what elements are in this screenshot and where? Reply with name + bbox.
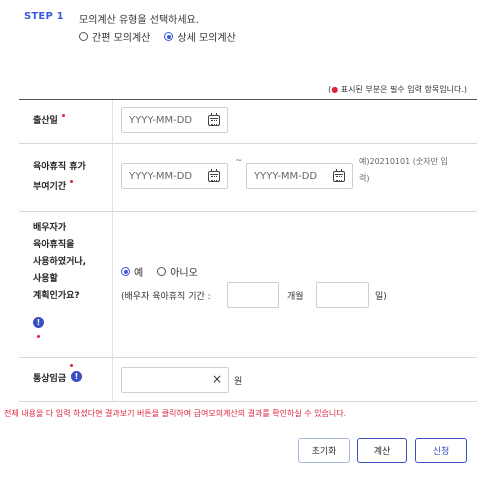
spouse-label-line: 사용할 — [33, 274, 58, 284]
clear-icon[interactable]: × — [212, 372, 222, 386]
spouse-label-line: 계획인가요? — [33, 291, 80, 301]
spouse-label-line: 배우자가 — [33, 223, 67, 233]
result-notice: 전체 내용을 다 입력 하셨다면 결과보기 버튼을 클릭하여 급여모의계산의 결… — [4, 409, 347, 418]
radio-simple[interactable] — [79, 32, 88, 41]
calc-type-options: 간편 모의계산 상세 모의계산 — [79, 29, 236, 44]
apply-button[interactable]: 신청 — [415, 438, 467, 463]
table-bottom-border — [19, 401, 477, 402]
birth-date-input[interactable]: YYYY-MM-DD — [121, 107, 228, 133]
birth-date-placeholder: YYYY-MM-DD — [129, 114, 193, 126]
spouse-period-label: (배우자 육아휴직 기간 : — [121, 292, 211, 302]
required-dot-icon — [70, 364, 73, 367]
required-note-text: 표시된 부분은 필수 입력 항목입니다.) — [338, 85, 467, 94]
label-column-divider — [112, 100, 113, 401]
leave-start-placeholder: YYYY-MM-DD — [129, 170, 193, 182]
date-range-separator: ~ — [235, 156, 243, 166]
calendar-icon[interactable] — [208, 112, 220, 126]
table-top-border — [19, 99, 477, 100]
required-note: (● 표시된 부분은 필수 입력 항목입니다.) — [328, 84, 467, 95]
day-unit: 일) — [375, 292, 387, 302]
radio-spouse-yes[interactable] — [121, 267, 130, 276]
step-instruction: 모의계산 유형을 선택하세요. — [79, 15, 199, 26]
wage-unit: 원 — [234, 377, 243, 387]
radio-detailed-label[interactable]: 상세 모의계산 — [177, 29, 235, 44]
step-label: STEP 1 — [24, 11, 64, 22]
spouse-question-label: 배우자가 육아휴직을 사용하였거나, 사용할 계획인가요? — [33, 220, 86, 305]
leave-end-placeholder: YYYY-MM-DD — [254, 170, 318, 182]
leave-period-label: 육아휴직 휴가 부여기간 — [33, 157, 86, 197]
calendar-icon[interactable] — [208, 168, 220, 182]
date-format-hint: 예)20210101 (숫자만 입 력) — [359, 153, 471, 187]
row-divider — [19, 357, 477, 358]
row-divider — [19, 143, 477, 144]
reset-button[interactable]: 초기화 — [298, 438, 350, 463]
spouse-months-input[interactable] — [227, 282, 279, 308]
required-dot-icon — [61, 114, 65, 117]
spouse-options: 예 아니오 — [121, 264, 198, 279]
birth-label-text: 출산일 — [33, 116, 58, 126]
radio-detailed[interactable] — [164, 32, 174, 41]
month-unit: 개월 — [287, 292, 304, 302]
calendar-icon[interactable] — [333, 168, 345, 182]
leave-start-date-input[interactable]: YYYY-MM-DD — [121, 163, 228, 189]
date-format-hint-line1: 예)20210101 (숫자만 입 — [359, 157, 448, 166]
required-dot-icon — [37, 335, 40, 338]
leave-end-date-input[interactable]: YYYY-MM-DD — [246, 163, 353, 189]
wage-label-text: 통상임금 — [33, 374, 67, 384]
radio-simple-label[interactable]: 간편 모의계산 — [92, 29, 150, 44]
leave-period-label-line1: 육아휴직 휴가 — [33, 162, 86, 172]
calculate-button[interactable]: 계산 — [357, 438, 407, 463]
leave-period-label-line2: 부여기간 — [33, 182, 67, 192]
radio-spouse-no[interactable] — [157, 267, 167, 276]
spouse-days-input[interactable] — [316, 282, 369, 308]
birth-label: 출산일 — [33, 111, 65, 131]
spouse-label-line: 사용하였거나, — [33, 257, 87, 267]
spouse-label-line: 육아휴직을 — [33, 240, 75, 250]
radio-spouse-no-label[interactable]: 아니오 — [170, 264, 198, 279]
spouse-info-icon[interactable]: ! — [33, 317, 44, 328]
wage-input[interactable]: × — [121, 367, 229, 393]
radio-spouse-yes-label[interactable]: 예 — [134, 264, 143, 279]
wage-info-icon[interactable]: ! — [71, 371, 82, 382]
row-divider — [19, 211, 477, 212]
date-format-hint-line2: 력) — [359, 174, 370, 183]
required-dot-icon — [70, 180, 74, 183]
wage-label: 통상임금 — [33, 369, 66, 389]
